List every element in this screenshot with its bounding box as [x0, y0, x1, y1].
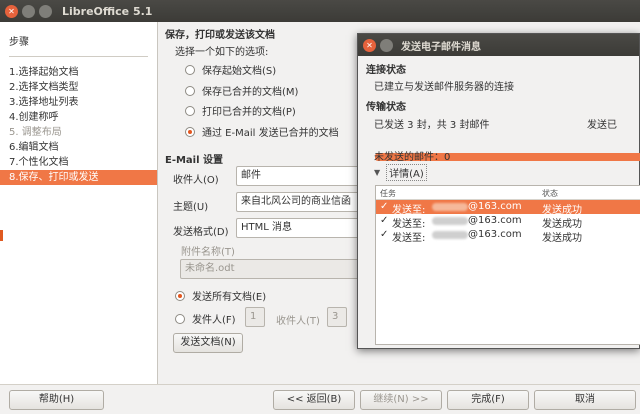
task-status: 发送成功: [542, 233, 582, 244]
options-prompt: 选择一个如下的选项:: [175, 47, 269, 58]
task-row[interactable]: ✓ 发送至: @163.com 发送成功: [376, 228, 640, 244]
task-rows: ✓ 发送至: @163.com 发送成功 ✓ 发送至: @163.com 发送成功 ✓ 发送至: @…: [376, 200, 640, 244]
task-domain: @163.com: [468, 201, 522, 212]
task-row[interactable]: ✓ 发送至: @163.com 发送成功: [376, 214, 640, 230]
dialog-title: 发送电子邮件消息: [401, 41, 481, 53]
option-print-merged[interactable]: 打印已合并的文档(P): [185, 103, 296, 118]
email-settings-heading: E-Mail 设置: [165, 155, 224, 166]
step-item[interactable]: 3.选择地址列表: [0, 95, 157, 110]
step-item[interactable]: 7.个性化文档: [0, 155, 157, 170]
task-list[interactable]: 任务 状态 ✓ 发送至: @163.com 发送成功 ✓ 发送至: @163.com 发送成功…: [375, 185, 640, 345]
task-domain: @163.com: [468, 229, 522, 240]
from-spin[interactable]: 1: [245, 307, 265, 327]
help-button[interactable]: 帮助(H): [9, 390, 104, 410]
subject-label: 主题(U): [173, 202, 209, 213]
option-label: 通过 E-Mail 发送已合并的文档: [202, 128, 339, 139]
option-label: 保存已合并的文档(M): [202, 87, 299, 98]
radio-indicator: [175, 290, 185, 301]
unsent-count: 未发送的邮件：0: [374, 152, 451, 163]
connection-status: 已建立与发送邮件服务器的连接: [374, 82, 514, 93]
minimize-icon[interactable]: [22, 4, 35, 18]
send-documents-button[interactable]: 发送文档(N): [173, 333, 243, 353]
option-label: 打印已合并的文档(P): [202, 107, 296, 118]
option-label: 保存起始文档(S): [202, 66, 277, 77]
radio-indicator: [185, 64, 195, 75]
wizard-button-bar: 帮助(H) << 返回(B) 继续(N) >> 完成(F) 取消: [0, 384, 640, 414]
format-select[interactable]: HTML 消息: [236, 218, 366, 238]
radio-indicator: [185, 126, 195, 137]
radio-indicator: [175, 313, 185, 324]
recipient-spin[interactable]: 3: [327, 307, 347, 327]
attachment-label: 附件名称(T): [181, 247, 235, 258]
redacted-address: [432, 231, 468, 239]
step-item[interactable]: 4.创建称呼: [0, 110, 157, 125]
step-list: 1.选择起始文档 2.选择文档类型 3.选择地址列表 4.创建称呼 5. 调整布局 6.编…: [0, 65, 157, 185]
window-title: LibreOffice 5.1: [62, 4, 153, 18]
minimize-icon[interactable]: [380, 38, 393, 52]
task-list-header: 任务 状态: [376, 186, 640, 200]
check-icon: ✓: [380, 201, 389, 212]
task-domain: @163.com: [468, 215, 522, 226]
check-icon: ✓: [380, 215, 389, 226]
option-label: 发件人(F): [192, 315, 236, 326]
task-prefix: 发送至:: [392, 233, 426, 244]
send-email-dialog: ✕ 发送电子邮件消息 连接状态 已建立与发送邮件服务器的连接 传输状态 已发送 …: [357, 33, 640, 349]
sent-status: 发送已: [587, 120, 617, 131]
to-field[interactable]: 邮件: [236, 166, 366, 186]
sent-count: 已发送 3 封，共 3 封邮件: [374, 120, 490, 131]
from-range-option[interactable]: 发件人(F): [175, 311, 236, 326]
back-button[interactable]: << 返回(B): [273, 390, 355, 410]
task-row[interactable]: ✓ 发送至: @163.com 发送成功: [376, 200, 640, 216]
transfer-heading: 传输状态: [366, 102, 406, 113]
window-controls: ✕: [5, 4, 52, 18]
expander-arrow-icon: ▼: [374, 168, 381, 177]
steps-title: 步骤: [9, 37, 29, 48]
option-save-merged[interactable]: 保存已合并的文档(M): [185, 83, 298, 98]
dialog-titlebar: ✕ 发送电子邮件消息: [358, 34, 639, 56]
to-label: 收件人(O): [173, 175, 219, 186]
redacted-address: [432, 217, 468, 225]
subject-field[interactable]: 来自北风公司的商业信函: [236, 192, 366, 212]
dialog-window-controls: ✕: [363, 38, 393, 52]
cancel-button[interactable]: 取消: [534, 390, 636, 410]
step-item[interactable]: 2.选择文档类型: [0, 80, 157, 95]
details-expander[interactable]: ▼ 详情(A): [374, 164, 427, 181]
step-item[interactable]: 8.保存、打印或发送: [0, 170, 157, 185]
steps-divider: [9, 56, 148, 57]
maximize-icon[interactable]: [39, 4, 52, 18]
close-icon[interactable]: ✕: [5, 4, 18, 18]
save-print-send-heading: 保存，打印或发送该文档: [165, 30, 275, 41]
active-step-marker: [0, 230, 3, 241]
main-titlebar: ✕ LibreOffice 5.1: [0, 0, 640, 22]
step-item[interactable]: 6.编辑文档: [0, 140, 157, 155]
option-save-original[interactable]: 保存起始文档(S): [185, 62, 276, 77]
next-button[interactable]: 继续(N) >>: [360, 390, 442, 410]
details-label: 详情(A): [386, 164, 427, 181]
step-item[interactable]: 5. 调整布局: [0, 125, 157, 140]
option-label: 发送所有文档(E): [192, 292, 267, 303]
connection-heading: 连接状态: [366, 65, 406, 76]
column-status[interactable]: 状态: [542, 188, 558, 199]
send-all-documents[interactable]: 发送所有文档(E): [175, 288, 266, 303]
column-task[interactable]: 任务: [380, 188, 396, 199]
steps-panel: 步骤 1.选择起始文档 2.选择文档类型 3.选择地址列表 4.创建称呼 5. 调整布局…: [0, 22, 158, 384]
option-email-merged[interactable]: 通过 E-Mail 发送已合并的文档: [185, 124, 339, 139]
attachment-field[interactable]: 未命名.odt: [180, 259, 366, 279]
radio-indicator: [185, 105, 195, 116]
check-icon: ✓: [380, 229, 389, 240]
redacted-address: [432, 203, 468, 211]
finish-button[interactable]: 完成(F): [447, 390, 529, 410]
recipient-range-label: 收件人(T): [276, 316, 320, 327]
step-item[interactable]: 1.选择起始文档: [0, 65, 157, 80]
close-icon[interactable]: ✕: [363, 38, 376, 52]
format-label: 发送格式(D): [173, 227, 229, 238]
radio-indicator: [185, 85, 195, 96]
